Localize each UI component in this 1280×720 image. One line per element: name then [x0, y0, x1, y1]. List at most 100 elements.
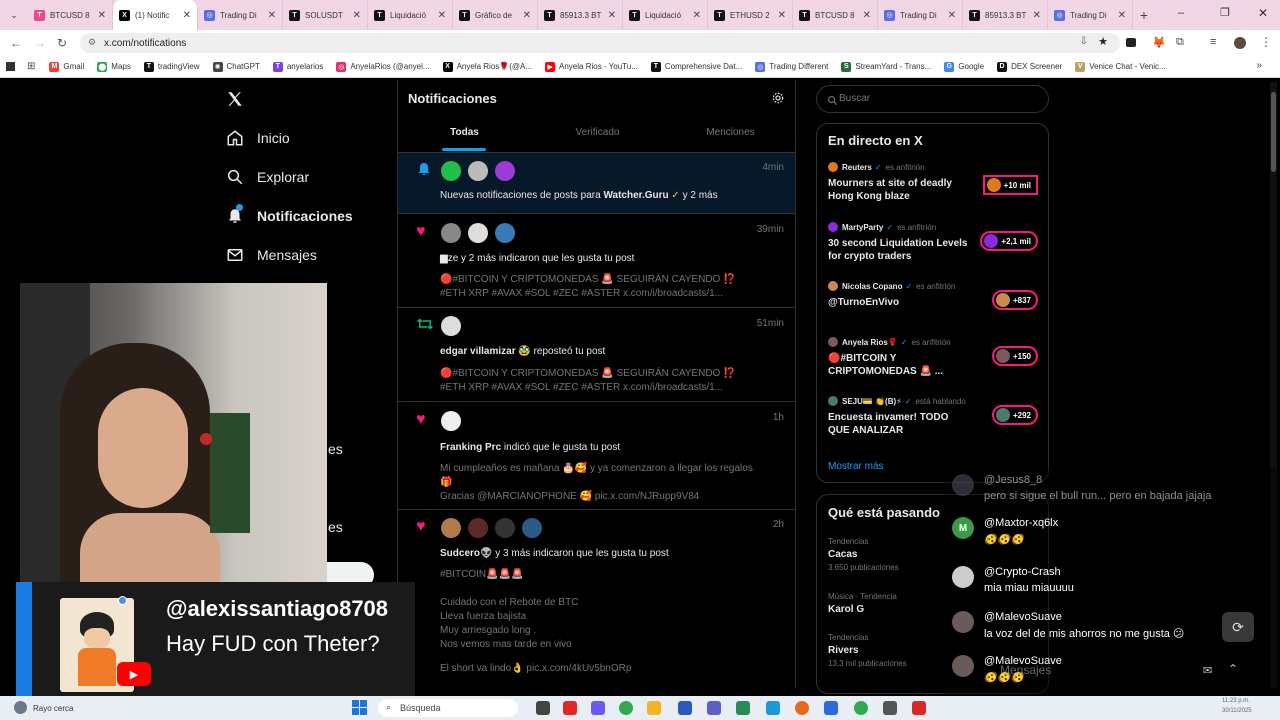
bookmark-item[interactable]: D DEX Screener — [997, 61, 1062, 72]
word-icon[interactable] — [678, 701, 692, 715]
avatar[interactable] — [441, 316, 461, 336]
tab-close-icon[interactable]: ✕ — [693, 10, 701, 21]
sidebar-partial-label[interactable]: es — [328, 441, 343, 457]
tab-close-icon[interactable]: ✕ — [863, 10, 871, 21]
menu-icon[interactable]: ⋮ — [1260, 35, 1272, 49]
edge-icon[interactable] — [766, 701, 780, 715]
bookmark-star-icon[interactable]: ★ — [1098, 35, 1108, 48]
browser-tab[interactable]: T BTCUSD 8 ✕ — [28, 0, 113, 30]
bookmark-item[interactable]: Tanyelarios — [272, 61, 323, 72]
x-logo[interactable] — [226, 90, 244, 113]
new-tab-button[interactable]: + — [1133, 7, 1155, 23]
chat-popout-button[interactable]: ⟳ — [1222, 612, 1254, 642]
minimize-icon[interactable]: – — [1178, 7, 1184, 19]
tab-close-icon[interactable]: ✕ — [778, 10, 786, 21]
media-icon[interactable]: ≡ — [1210, 36, 1216, 48]
tab-close-icon[interactable]: ✕ — [523, 10, 531, 21]
sidebar-item-mensajes[interactable]: Mensajes — [226, 246, 317, 264]
avatar[interactable] — [495, 161, 515, 181]
bookmark-item[interactable]: ▶ Anyela Rios - YouTu... — [545, 61, 638, 72]
settings-gear-icon[interactable] — [771, 91, 785, 110]
listener-count-badge[interactable]: +10 mil — [982, 175, 1038, 195]
tab-menciones[interactable]: Menciones — [664, 117, 795, 152]
taskbar-search[interactable]: ⌕ Búsqueda — [378, 699, 518, 717]
task-view-icon[interactable] — [536, 701, 550, 715]
tab-close-icon[interactable]: ✕ — [438, 10, 446, 21]
notification-item[interactable]: ♥ 39min ▆ze y 2 más indicaron que les gu… — [398, 214, 795, 308]
install-icon[interactable]: ⇩ — [1080, 36, 1088, 47]
bookmark-item[interactable]: X Anyela Rios🌹(@A... — [442, 61, 532, 72]
mensajes-drawer-label[interactable]: Mensajes — [1000, 663, 1051, 677]
notification-item[interactable]: 51min edgar villamizar 🥸 reposteó tu pos… — [398, 308, 795, 402]
grid-icon[interactable]: ⊞ — [27, 61, 35, 72]
sidebar-item-inicio[interactable]: Inicio — [226, 129, 290, 147]
copilot-icon[interactable] — [591, 701, 605, 715]
bookmark-item[interactable]: ◎ Trading Different — [755, 61, 828, 72]
chrome-icon[interactable] — [854, 701, 868, 715]
tab-close-icon[interactable]: ✕ — [1033, 10, 1041, 21]
avatar[interactable] — [441, 223, 461, 243]
tab-close-icon[interactable]: ✕ — [268, 10, 276, 21]
browser-tab[interactable]: T 85913.3 BT ✕ — [963, 0, 1048, 30]
extensions-icon[interactable]: ⧉ — [1176, 36, 1184, 49]
live-item[interactable]: Reuters ✓ es anfitrión Mourners at site of … — [828, 162, 1043, 203]
browser-tab[interactable]: ◎ Trading Di ✕ — [198, 0, 283, 30]
url-field[interactable]: ⚙ x.com/notifications ⇩ ★ — [80, 33, 1120, 53]
back-icon[interactable]: ← — [10, 36, 22, 50]
bookmark-item[interactable]: G Google — [944, 61, 984, 72]
live-item[interactable]: Nicolas Copano ✓ es anfitrión @TurnoEnVivo +… — [828, 281, 1043, 310]
bookmark-item[interactable]: TtradingView — [143, 61, 200, 72]
sidebar-item-notificaciones[interactable]: Notificaciones — [226, 204, 353, 225]
tab-close-icon[interactable]: ✕ — [608, 10, 616, 21]
browser-tab[interactable]: ◎ Trading Di ✕ — [878, 0, 963, 30]
avatar[interactable] — [468, 161, 488, 181]
browser-tab[interactable]: T Liquidació ✕ — [368, 0, 453, 30]
bookmark-item[interactable]: ⬤ Maps — [97, 61, 131, 72]
notification-item[interactable]: ♥ 1h Franking Prc indicó que le gusta tu… — [398, 402, 795, 510]
apps-icon[interactable] — [6, 62, 15, 71]
browser-tab[interactable]: T Liquidació ✕ — [623, 0, 708, 30]
sidebar-partial-label[interactable]: es — [328, 519, 343, 535]
mail-app-icon[interactable] — [824, 701, 838, 715]
avatar[interactable] — [441, 518, 461, 538]
live-item[interactable]: MartyParty ✓ es anfitrión 30 second Liquida… — [828, 222, 1043, 263]
profile-avatar[interactable] — [1234, 37, 1246, 49]
teams-icon[interactable] — [707, 701, 721, 715]
live-item[interactable]: SEJU💳 👏(B)⚡ ✓ está hablando Encuesta invame… — [828, 396, 1043, 437]
clock-time[interactable]: 11:23 p.m. — [1222, 698, 1250, 704]
clock-date[interactable]: 30/11/2025 — [1222, 708, 1252, 714]
bookmark-item[interactable]: ◎ AnyelaRios (@anyel... — [336, 61, 430, 72]
browser-tab[interactable]: T ETHUSD 2 ✕ — [708, 0, 793, 30]
browser-tab[interactable]: T BTCUSD 8 ✕ — [793, 0, 878, 30]
tab-todas[interactable]: Todas — [398, 117, 531, 152]
more-bookmarks-icon[interactable]: » — [1256, 60, 1262, 71]
tab-close-icon[interactable]: ✕ — [98, 10, 106, 21]
wallet-icon[interactable] — [1126, 38, 1136, 47]
close-window-icon[interactable]: ✕ — [1258, 6, 1268, 20]
restore-icon[interactable]: ❐ — [1220, 6, 1230, 19]
weather-icon[interactable] — [14, 701, 27, 714]
tab-close-icon[interactable]: ✕ — [1118, 10, 1126, 21]
tab-close-icon[interactable]: ✕ — [183, 10, 191, 21]
site-info-icon[interactable]: ⚙ — [88, 37, 96, 48]
avatar[interactable] — [468, 223, 488, 243]
listener-count-badge[interactable]: +837 — [991, 290, 1038, 310]
browser-tab[interactable]: X (1) Notific ✕ — [113, 0, 198, 30]
bookmark-item[interactable]: M Gmail — [49, 61, 84, 72]
notification-item[interactable]: 4min Nuevas notificaciones de posts para… — [398, 153, 795, 214]
streaming-app-icon[interactable] — [912, 701, 926, 715]
browser-tab[interactable]: ◎ Trading Di ✕ — [1048, 0, 1133, 30]
search-input[interactable]: Buscar — [816, 85, 1049, 113]
avatar[interactable] — [495, 518, 515, 538]
avatar[interactable] — [441, 411, 461, 431]
browser-tab[interactable]: T Gráfico de ✕ — [453, 0, 538, 30]
avatar[interactable] — [522, 518, 542, 538]
metamask-icon[interactable]: 🦊 — [1152, 36, 1166, 49]
youtube-app-icon[interactable] — [563, 701, 577, 715]
browser-tab[interactable]: T 85913.3 BT ✕ — [538, 0, 623, 30]
avatar[interactable] — [468, 518, 488, 538]
browser-tab[interactable]: T SOLUSDT ✕ — [283, 0, 368, 30]
bookmark-item[interactable]: S StreamYard - Trans... — [841, 61, 931, 72]
listener-count-badge[interactable]: +292 — [991, 405, 1038, 425]
avatar[interactable] — [495, 223, 515, 243]
